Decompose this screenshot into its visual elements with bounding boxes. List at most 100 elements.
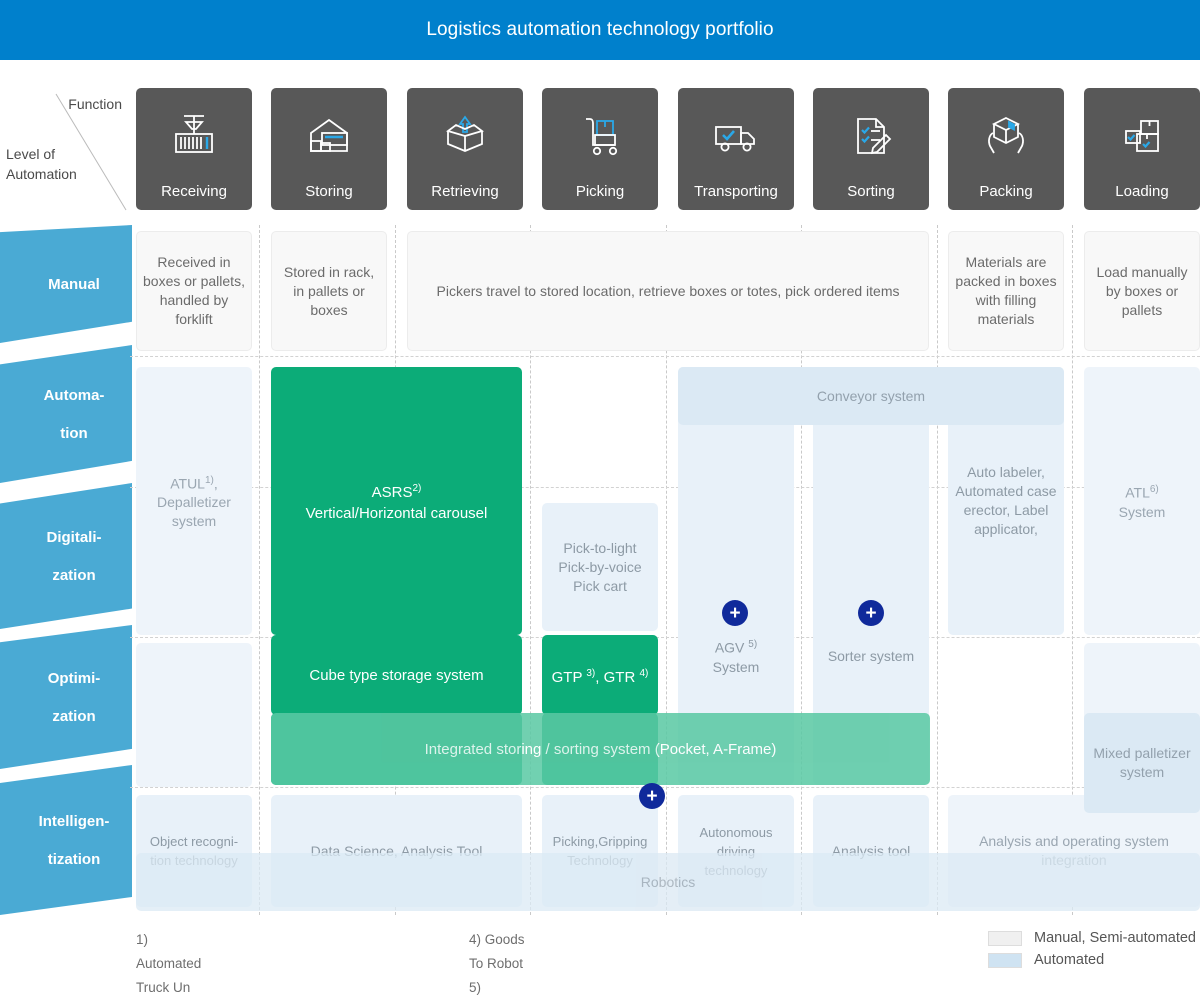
cell-picking-pick-to-light[interactable]: Pick-to-light Pick-by-voice Pick cart — [542, 503, 658, 631]
container-crane-icon — [167, 88, 221, 183]
sorter-expand-plus-badge[interactable]: + — [858, 600, 884, 626]
gtr-text: , GTR — [595, 668, 640, 686]
column-header-retrieving[interactable]: Retrieving — [407, 88, 523, 210]
column-separator — [937, 225, 938, 915]
level-band-label-2: zation — [52, 707, 96, 725]
atl-text: ATL — [1125, 484, 1150, 501]
open-box-arrow-up-icon — [438, 88, 492, 183]
column-header-label: Retrieving — [431, 183, 499, 200]
column-header-sorting[interactable]: Sorting — [813, 88, 929, 210]
gtp-gtr-label: GTP 3), GTR 4) — [552, 664, 649, 687]
axis-function-label: Function — [68, 96, 122, 112]
asrs-line1: ASRS2) — [372, 479, 422, 502]
agv-line1: AGV 5) — [713, 635, 760, 658]
automation-level-bands: Manual Automa- tion Digitali- zation Opt… — [0, 225, 132, 915]
level-band-label: Optimi- — [47, 669, 101, 687]
hands-holding-box-icon — [979, 88, 1033, 183]
cell-integrated-storing-sorting[interactable]: Integrated storing / sorting system (Poc… — [271, 713, 930, 785]
agv-line2: System — [712, 658, 760, 675]
legend-row-manual: Manual, Semi-automated — [988, 930, 1196, 946]
column-header-label: Packing — [979, 183, 1033, 200]
page-title: Logistics automation technology portfoli… — [426, 19, 774, 40]
level-band-label-2: tization — [47, 850, 101, 868]
level-band-label: Digitali- — [46, 528, 102, 546]
level-band-manual[interactable]: Manual — [0, 225, 132, 343]
stacked-boxes-check-icon — [1115, 88, 1169, 183]
footnote-item: 4) Goods To Robot — [469, 932, 525, 971]
level-band-label: Intelligen- — [38, 812, 110, 830]
column-header-picking[interactable]: Picking — [542, 88, 658, 210]
row-separator — [130, 787, 1200, 788]
portfolio-grid: Received in boxes or pallets, handled by… — [130, 225, 1200, 915]
column-header-transporting[interactable]: Transporting — [678, 88, 794, 210]
column-header-label: Transporting — [694, 183, 778, 200]
agv-text: AGV — [714, 639, 749, 656]
gtp-superscript: 3) — [586, 667, 596, 679]
agv-label: AGV 5) System — [713, 635, 760, 677]
agv-expand-plus-badge[interactable]: + — [722, 600, 748, 626]
cell-loading-mixed-palletizer[interactable]: Mixed palletizer system — [1084, 713, 1200, 813]
column-header-label: Loading — [1115, 183, 1169, 200]
legend-label: Manual, Semi-automated — [1034, 930, 1196, 946]
axis-level-label: Level of Automation — [6, 144, 77, 184]
column-header-label: Receiving — [161, 183, 227, 200]
atul-superscript: 1) — [204, 474, 214, 486]
level-band-label: Automa- — [43, 386, 105, 404]
asrs-text: ASRS — [371, 484, 413, 501]
column-header-label: Sorting — [847, 183, 895, 200]
axis-level-line2: Automation — [6, 166, 77, 182]
document-checklist-pencil-icon — [844, 88, 898, 183]
legend-swatch-manual — [988, 930, 1022, 946]
level-band-intelligentization[interactable]: Intelligen- tization — [0, 765, 132, 915]
column-header-receiving[interactable]: Receiving — [136, 88, 252, 210]
footnote-item: 1) Automated Truck Un Loading — [136, 932, 202, 995]
column-separator — [259, 225, 260, 915]
hand-cart-box-icon — [573, 88, 627, 183]
cell-loading-atl-system[interactable]: ATL6) System — [1084, 367, 1200, 635]
cell-conveyor-system[interactable]: Conveyor system — [678, 367, 1064, 425]
sorter-label: Sorter system — [827, 647, 915, 664]
legend-label: Automated — [1034, 952, 1105, 968]
level-band-label: Manual — [48, 275, 100, 293]
atul-text: ATUL — [170, 475, 205, 492]
agv-superscript: 5) — [748, 639, 758, 651]
legend-row-automated: Automated — [988, 952, 1196, 968]
cell-manual-receiving[interactable]: Received in boxes or pallets, handled by… — [136, 231, 252, 351]
column-header-loading[interactable]: Loading — [1084, 88, 1200, 210]
cell-receiving-optimization[interactable] — [136, 643, 252, 787]
level-band-digitalization[interactable]: Digitali- zation — [0, 483, 132, 629]
atl-line1: ATL6) — [1125, 480, 1159, 503]
footnotes-right-column: 4) Goods To Robot 5) Automated Guided Ve… — [469, 928, 534, 1002]
footnotes-left-column: 1) Automated Truck Un Loading 2) Automat… — [136, 928, 201, 1002]
truck-check-icon — [709, 88, 763, 183]
gtp-text: GTP — [551, 668, 587, 686]
level-band-optimization[interactable]: Optimi- zation — [0, 625, 132, 769]
cell-manual-loading[interactable]: Load manually by boxes or pallets — [1084, 231, 1200, 351]
picking-expand-plus-badge[interactable]: + — [639, 783, 665, 809]
row-separator — [130, 356, 1200, 357]
footnote-item: 5) Automated Guided Vehicle — [469, 980, 482, 995]
legend: Manual, Semi-automated Automated — [988, 930, 1196, 974]
cell-receiving-atul[interactable]: ATUL1), Depalletizer system — [136, 367, 252, 635]
warehouse-icon — [302, 88, 356, 183]
level-band-automation[interactable]: Automa- tion — [0, 345, 132, 483]
legend-swatch-automated — [988, 952, 1022, 968]
column-header-packing[interactable]: Packing — [948, 88, 1064, 210]
cell-cube-type-storage[interactable]: Cube type storage system — [271, 635, 522, 715]
column-header-storing[interactable]: Storing — [271, 88, 387, 210]
column-header-label: Picking — [575, 183, 625, 200]
level-band-label-2: zation — [52, 566, 96, 584]
page-title-bar: Logistics automation technology portfoli… — [0, 0, 1200, 60]
cell-picking-gtp-gtr[interactable]: GTP 3), GTR 4) — [542, 635, 658, 715]
cell-asrs-block[interactable]: ASRS2) Vertical/Horizontal carousel — [271, 367, 522, 635]
asrs-line2: Vertical/Horizontal carousel — [305, 505, 488, 522]
asrs-superscript: 2) — [412, 483, 422, 494]
atl-superscript: 6) — [1149, 484, 1159, 496]
cell-manual-packing[interactable]: Materials are packed in boxes with filli… — [948, 231, 1064, 351]
level-band-label-2: tion — [60, 424, 88, 442]
cell-robotics-band[interactable]: Robotics — [136, 853, 1200, 911]
cell-manual-storing[interactable]: Stored in rack, in pallets or boxes — [271, 231, 387, 351]
cell-label: ATUL1), Depalletizer system — [142, 471, 246, 532]
axis-corner: Function Level of Automation — [0, 86, 130, 214]
cell-manual-picking-span[interactable]: Pickers travel to stored location, retri… — [407, 231, 929, 351]
